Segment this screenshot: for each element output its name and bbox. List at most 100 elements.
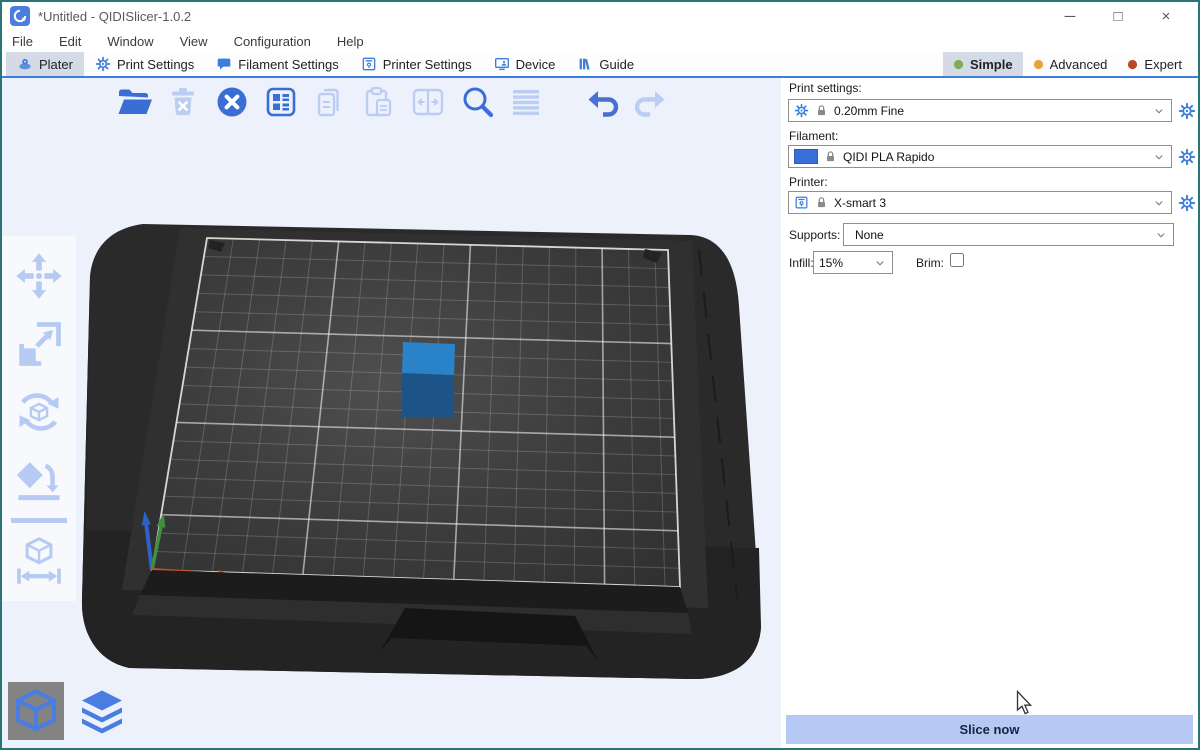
scale-icon xyxy=(13,318,65,370)
tab-printer-settings[interactable]: Printer Settings xyxy=(350,52,483,76)
open-folder-icon xyxy=(115,83,153,121)
edit-filament-button[interactable] xyxy=(1178,148,1196,166)
split-objects-button[interactable] xyxy=(408,82,448,122)
place-on-face-button[interactable] xyxy=(10,451,68,509)
width-cube-icon xyxy=(13,535,65,587)
infill-label: Infill: xyxy=(789,256,814,270)
variable-layer-height-button[interactable] xyxy=(506,82,546,122)
scale-to-fit-button[interactable] xyxy=(10,532,68,590)
printer-combo[interactable]: X-smart 3 xyxy=(788,191,1172,214)
tab-print-settings[interactable]: Print Settings xyxy=(84,52,205,76)
simple-dot-icon xyxy=(953,59,964,70)
menu-edit[interactable]: Edit xyxy=(59,34,81,49)
printer-label: Printer: xyxy=(789,175,828,189)
menu-view[interactable]: View xyxy=(180,34,208,49)
copy-icon xyxy=(311,83,349,121)
lock-icon xyxy=(824,150,837,163)
mode-expert[interactable]: Expert xyxy=(1117,52,1192,76)
trash-icon xyxy=(164,83,202,121)
mode-advanced[interactable]: Advanced xyxy=(1023,52,1118,76)
slice-now-button[interactable]: Slice now xyxy=(786,715,1193,744)
preview-view-button[interactable] xyxy=(74,682,130,740)
printer-bed-scene xyxy=(2,78,781,748)
circle-x-icon xyxy=(213,83,251,121)
books-icon xyxy=(577,56,593,72)
menu-file[interactable]: File xyxy=(12,34,33,49)
tab-device[interactable]: Device xyxy=(483,52,567,76)
toolbar-divider xyxy=(11,518,67,523)
gear-icon xyxy=(1178,148,1196,166)
open-button[interactable] xyxy=(114,82,154,122)
move-button[interactable] xyxy=(10,247,68,305)
plater-icon xyxy=(17,56,33,72)
gear-icon xyxy=(1178,102,1196,120)
brim-label: Brim: xyxy=(916,256,944,270)
close-button[interactable]: × xyxy=(1142,2,1190,30)
title-bar: *Untitled - QIDISlicer-1.0.2 ─ □ × xyxy=(2,2,1198,30)
edit-print-settings-button[interactable] xyxy=(1178,102,1196,120)
left-toolbar xyxy=(2,236,76,601)
delete-all-button[interactable] xyxy=(212,82,252,122)
gear-icon xyxy=(95,56,111,72)
window-title: *Untitled - QIDISlicer-1.0.2 xyxy=(38,9,191,24)
expert-dot-icon xyxy=(1127,59,1138,70)
advanced-dot-icon xyxy=(1033,59,1044,70)
print-settings-combo[interactable]: 0.20mm Fine xyxy=(788,99,1172,122)
arrange-button[interactable] xyxy=(261,82,301,122)
split-icon xyxy=(409,83,447,121)
viewport-3d[interactable] xyxy=(2,78,781,748)
tab-plater[interactable]: Plater xyxy=(6,52,84,76)
rotate-button[interactable] xyxy=(10,383,68,441)
redo-button[interactable] xyxy=(631,82,671,122)
brim-checkbox[interactable] xyxy=(950,253,964,267)
filament-color-swatch xyxy=(794,149,818,164)
search-icon xyxy=(458,83,496,121)
filament-label: Filament: xyxy=(789,129,838,143)
model-cube[interactable] xyxy=(402,373,454,417)
model-cube[interactable] xyxy=(402,342,455,375)
flatten-icon xyxy=(13,454,65,506)
table-icon xyxy=(262,83,300,121)
supports-combo[interactable]: None xyxy=(843,223,1174,246)
undo-button[interactable] xyxy=(582,82,622,122)
edit-printer-button[interactable] xyxy=(1178,194,1196,212)
layer-lines-icon xyxy=(507,83,545,121)
menu-bar: File Edit Window View Configuration Help xyxy=(2,30,1198,52)
redo-icon xyxy=(632,83,670,121)
chevron-down-icon xyxy=(1152,150,1166,164)
chevron-down-icon xyxy=(1154,228,1168,242)
top-toolbar xyxy=(114,82,671,122)
tab-bar: Plater Print Settings Filament Settings … xyxy=(2,52,1198,78)
layers-icon xyxy=(78,687,126,735)
monitor-icon xyxy=(494,56,510,72)
undo-icon xyxy=(583,83,621,121)
minimize-button[interactable]: ─ xyxy=(1046,2,1094,30)
chevron-down-icon xyxy=(1152,196,1166,210)
menu-window[interactable]: Window xyxy=(107,34,153,49)
chevron-down-icon xyxy=(1152,104,1166,118)
printer-icon xyxy=(794,195,809,210)
print-settings-label: Print settings: xyxy=(789,81,862,95)
menu-configuration[interactable]: Configuration xyxy=(234,34,311,49)
delete-button[interactable] xyxy=(163,82,203,122)
tab-filament-settings[interactable]: Filament Settings xyxy=(205,52,349,76)
app-window: *Untitled - QIDISlicer-1.0.2 ─ □ × File … xyxy=(0,0,1200,750)
tab-guide[interactable]: Guide xyxy=(566,52,645,76)
editor-view-button[interactable] xyxy=(8,682,64,740)
search-button[interactable] xyxy=(457,82,497,122)
app-logo-icon xyxy=(10,6,30,26)
infill-combo[interactable]: 15% xyxy=(813,251,893,274)
copy-button[interactable] xyxy=(310,82,350,122)
mode-simple[interactable]: Simple xyxy=(943,52,1023,76)
menu-help[interactable]: Help xyxy=(337,34,364,49)
paste-button[interactable] xyxy=(359,82,399,122)
gear-icon xyxy=(1178,194,1196,212)
mode-switcher: Simple Advanced Expert xyxy=(943,52,1192,76)
filament-icon xyxy=(216,56,232,72)
lock-icon xyxy=(815,104,828,117)
filament-combo[interactable]: QIDI PLA Rapido xyxy=(788,145,1172,168)
maximize-button[interactable]: □ xyxy=(1094,2,1142,30)
scale-button[interactable] xyxy=(10,315,68,373)
printer-icon xyxy=(361,56,377,72)
supports-label: Supports: xyxy=(789,228,840,242)
